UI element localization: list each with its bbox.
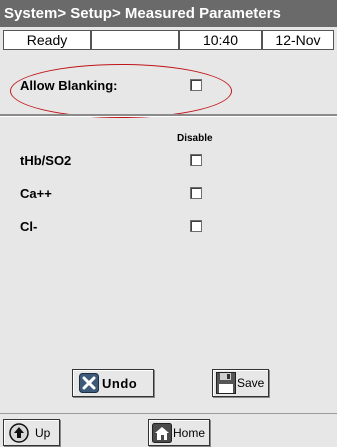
param-checkbox-ca[interactable] [190, 187, 202, 199]
param-checkbox-thb-so2[interactable] [190, 154, 202, 166]
up-arrow-icon [9, 422, 29, 443]
allow-blanking-label: Allow Blanking: [20, 78, 118, 93]
home-button[interactable]: Home [148, 419, 210, 446]
param-checkbox-cl[interactable] [190, 220, 202, 232]
status-date: 12-Nov [262, 30, 334, 50]
section-divider-highlight [0, 116, 337, 117]
up-button[interactable]: Up [3, 419, 60, 446]
status-blank [91, 30, 179, 50]
param-label-ca: Ca++ [20, 186, 52, 201]
screen: System> Setup> Measured Parameters Ready… [0, 0, 337, 447]
footer-bar: Up Home [0, 413, 337, 447]
floppy-disk-icon [216, 372, 236, 394]
allow-blanking-checkbox[interactable] [190, 79, 202, 91]
save-label: Save [237, 376, 265, 390]
status-state: Ready [3, 30, 91, 50]
save-button[interactable]: Save [212, 369, 269, 397]
home-icon [152, 422, 172, 443]
param-label-thb-so2: tHb/SO2 [20, 153, 72, 168]
x-icon [79, 373, 99, 393]
disable-column-header: Disable [177, 133, 213, 144]
undo-label: Undo [102, 375, 138, 391]
status-bar: Ready 10:40 12-Nov [0, 27, 337, 51]
blanking-panel: Allow Blanking: [0, 51, 337, 115]
home-label: Home [173, 425, 206, 440]
page-title: System> Setup> Measured Parameters [0, 0, 337, 27]
undo-button[interactable]: Undo [72, 369, 154, 397]
up-label: Up [35, 425, 51, 440]
status-time: 10:40 [179, 30, 262, 50]
param-label-cl: Cl- [20, 219, 38, 234]
